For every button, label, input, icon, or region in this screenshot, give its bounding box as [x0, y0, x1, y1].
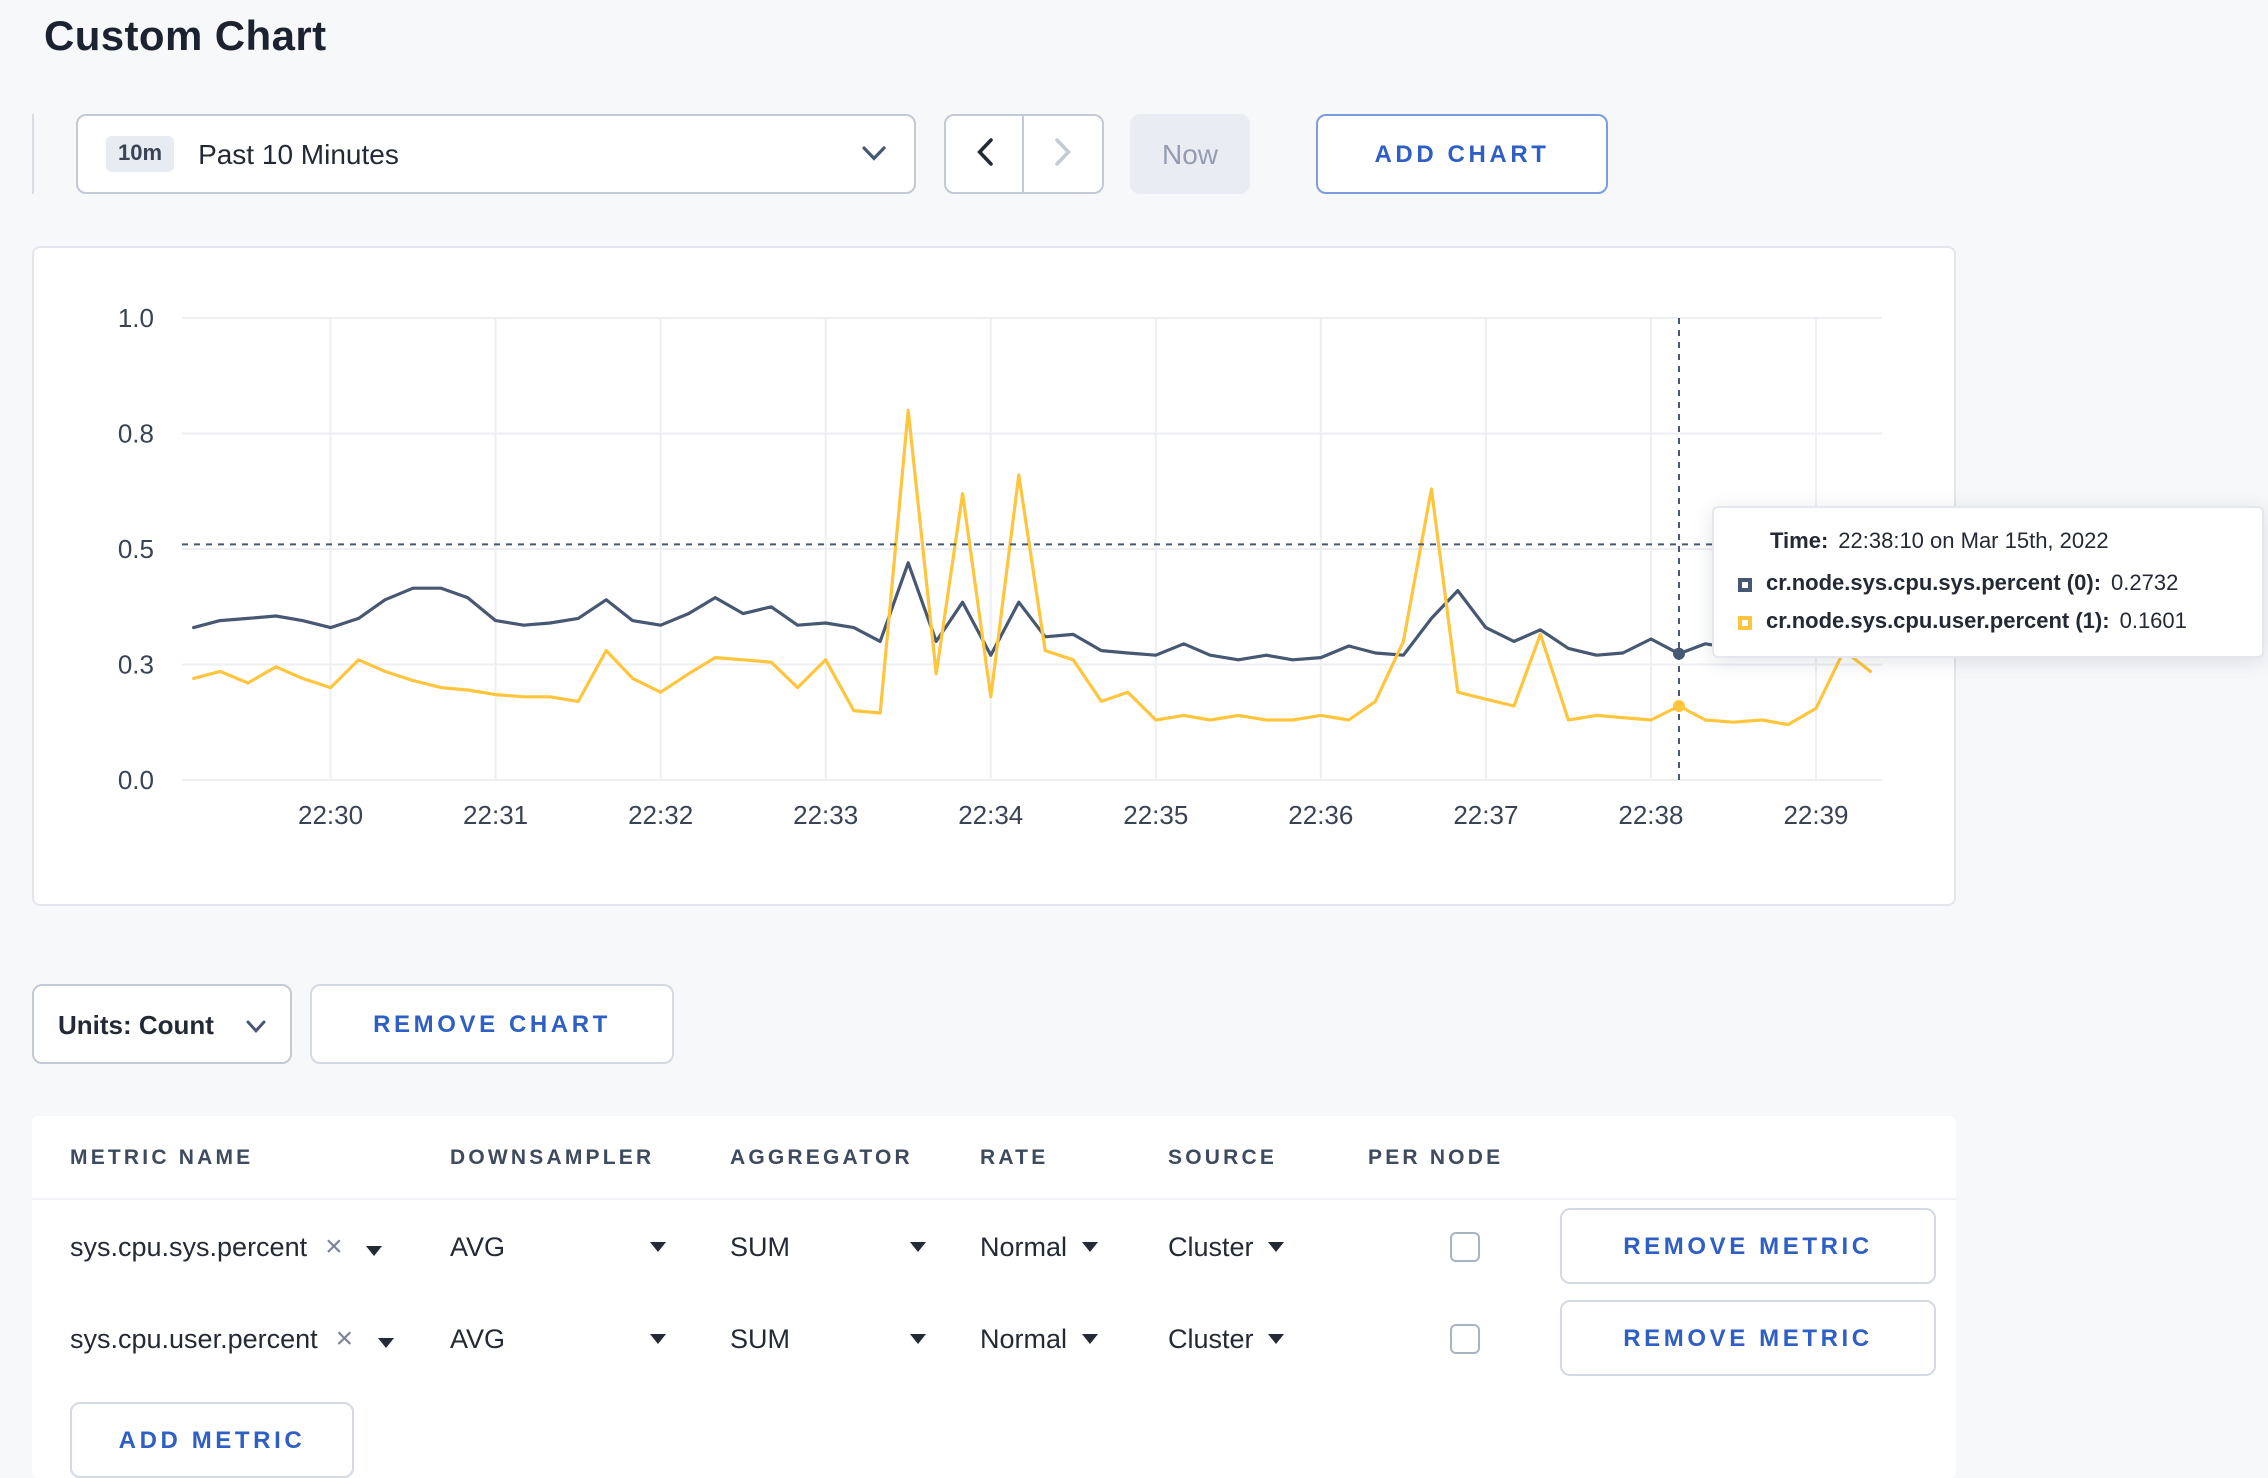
- remove-metric-button[interactable]: REMOVE METRIC: [1560, 1208, 1936, 1284]
- remove-metric-button[interactable]: REMOVE METRIC: [1560, 1300, 1936, 1376]
- chevron-down-icon: [862, 136, 886, 172]
- clear-metric-icon[interactable]: ×: [336, 1323, 354, 1353]
- per-node-cell: [1368, 1231, 1560, 1261]
- remove-chart-button[interactable]: REMOVE CHART: [310, 984, 674, 1064]
- caret-down-icon: [1267, 1333, 1284, 1343]
- caret-down-icon: [910, 1241, 926, 1251]
- toolbar: 10m Past 10 Minutes Now ADD CHART: [32, 114, 1608, 194]
- rate-select[interactable]: Normal: [980, 1323, 1168, 1353]
- tooltip-series-value: 0.1601: [2119, 610, 2187, 634]
- per-node-checkbox[interactable]: [1449, 1323, 1479, 1353]
- caret-down-icon: [1081, 1241, 1098, 1251]
- source-select[interactable]: Cluster: [1168, 1323, 1368, 1353]
- chart-tooltip: Time: 22:38:10 on Mar 15th, 2022 cr.node.…: [1712, 506, 2264, 658]
- svg-text:0.3: 0.3: [118, 650, 154, 680]
- metrics-table: METRIC NAME DOWNSAMPLER AGGREGATOR RATE …: [32, 1116, 1956, 1478]
- chart-controls: Units: Count REMOVE CHART: [32, 984, 674, 1064]
- svg-text:22:39: 22:39: [1783, 800, 1848, 830]
- aggregator-select[interactable]: SUM: [730, 1231, 926, 1261]
- caret-down-icon: [650, 1241, 666, 1251]
- caret-down-icon: [910, 1333, 926, 1343]
- tooltip-legend-swatch: [1738, 577, 1752, 591]
- rate-select[interactable]: Normal: [980, 1231, 1168, 1261]
- metric-name-label: sys.cpu.sys.percent: [70, 1231, 308, 1261]
- source-value: Cluster: [1168, 1323, 1254, 1353]
- svg-text:22:35: 22:35: [1123, 800, 1188, 830]
- caret-down-icon: [1267, 1241, 1284, 1251]
- caret-down-icon: [650, 1333, 666, 1343]
- svg-text:22:30: 22:30: [298, 800, 363, 830]
- time-range-badge: 10m: [106, 136, 175, 172]
- clear-metric-icon[interactable]: ×: [325, 1231, 343, 1261]
- time-range-select[interactable]: 10m Past 10 Minutes: [76, 114, 916, 194]
- metric-name-select[interactable]: sys.cpu.user.percent ×: [70, 1323, 450, 1353]
- svg-text:22:33: 22:33: [793, 800, 858, 830]
- svg-text:0.8: 0.8: [118, 419, 154, 449]
- downsampler-value: AVG: [450, 1323, 506, 1353]
- chevron-right-icon: [1054, 137, 1072, 171]
- svg-text:22:37: 22:37: [1453, 800, 1518, 830]
- add-metric-button[interactable]: ADD METRIC: [70, 1402, 354, 1478]
- metrics-table-header: METRIC NAME DOWNSAMPLER AGGREGATOR RATE …: [32, 1116, 1956, 1200]
- time-range-label: Past 10 Minutes: [198, 138, 399, 170]
- svg-text:1.0: 1.0: [118, 303, 154, 333]
- header-rate: RATE: [980, 1145, 1049, 1169]
- next-time-button[interactable]: [1024, 114, 1104, 194]
- metric-name-select[interactable]: sys.cpu.sys.percent ×: [70, 1231, 450, 1261]
- tooltip-legend-swatch: [1738, 615, 1752, 629]
- add-chart-button[interactable]: ADD CHART: [1316, 114, 1608, 194]
- source-value: Cluster: [1168, 1231, 1254, 1261]
- units-label: Units: Count: [58, 1009, 214, 1039]
- metrics-chart[interactable]: 0.0 0.3 0.5 0.8 1.0 22:30 22:31 22:32 22:33 22:34…: [34, 248, 1958, 908]
- tooltip-time-label: Time:: [1770, 530, 1829, 554]
- per-node-cell: [1368, 1323, 1560, 1353]
- rate-value: Normal: [980, 1231, 1068, 1261]
- units-select[interactable]: Units: Count: [32, 984, 292, 1064]
- metric-row: sys.cpu.user.percent × AVG SUM Normal Cl…: [32, 1292, 1956, 1384]
- aggregator-value: SUM: [730, 1231, 790, 1261]
- svg-text:0.0: 0.0: [118, 765, 154, 795]
- header-metric-name: METRIC NAME: [70, 1145, 254, 1169]
- caret-down-icon: [1081, 1333, 1098, 1343]
- page-title: Custom Chart: [44, 14, 327, 60]
- svg-text:0.5: 0.5: [118, 534, 154, 564]
- tooltip-series-row: cr.node.sys.cpu.user.percent (1): 0.1601: [1738, 610, 2242, 634]
- custom-chart-page: Custom Chart 10m Past 10 Minutes Now ADD…: [0, 0, 2268, 1478]
- svg-text:22:36: 22:36: [1288, 800, 1353, 830]
- svg-text:22:38: 22:38: [1618, 800, 1683, 830]
- tooltip-series-label: cr.node.sys.cpu.user.percent (1):: [1766, 610, 2110, 634]
- aggregator-value: SUM: [730, 1323, 790, 1353]
- prev-time-button[interactable]: [944, 114, 1024, 194]
- header-aggregator: AGGREGATOR: [730, 1145, 913, 1169]
- header-source: SOURCE: [1168, 1145, 1278, 1169]
- aggregator-select[interactable]: SUM: [730, 1323, 926, 1353]
- caret-down-icon: [377, 1323, 394, 1353]
- tooltip-series-label: cr.node.sys.cpu.sys.percent (0):: [1766, 572, 2102, 596]
- downsampler-select[interactable]: AVG: [450, 1323, 666, 1353]
- tooltip-time: Time: 22:38:10 on Mar 15th, 2022: [1770, 530, 2242, 554]
- toolbar-divider: [32, 114, 34, 194]
- caret-down-icon: [366, 1231, 383, 1261]
- downsampler-select[interactable]: AVG: [450, 1231, 666, 1261]
- chart-card: 0.0 0.3 0.5 0.8 1.0 22:30 22:31 22:32 22:33 22:34…: [32, 246, 1956, 906]
- tooltip-series-value: 0.2732: [2111, 572, 2179, 596]
- metric-row: sys.cpu.sys.percent × AVG SUM Normal Clu…: [32, 1200, 1956, 1292]
- metric-name-label: sys.cpu.user.percent: [70, 1323, 318, 1353]
- header-per-node: PER NODE: [1368, 1145, 1504, 1169]
- svg-text:22:31: 22:31: [463, 800, 528, 830]
- chevron-down-icon: [246, 1009, 266, 1039]
- svg-text:22:34: 22:34: [958, 800, 1023, 830]
- rate-value: Normal: [980, 1323, 1068, 1353]
- per-node-checkbox[interactable]: [1449, 1231, 1479, 1261]
- now-button[interactable]: Now: [1130, 114, 1250, 194]
- time-pager: [944, 114, 1104, 194]
- tooltip-series-row: cr.node.sys.cpu.sys.percent (0): 0.2732: [1738, 572, 2242, 596]
- chevron-left-icon: [975, 137, 993, 171]
- downsampler-value: AVG: [450, 1231, 506, 1261]
- header-downsampler: DOWNSAMPLER: [450, 1145, 655, 1169]
- svg-text:22:32: 22:32: [628, 800, 693, 830]
- source-select[interactable]: Cluster: [1168, 1231, 1368, 1261]
- tooltip-time-value: 22:38:10 on Mar 15th, 2022: [1838, 530, 2109, 554]
